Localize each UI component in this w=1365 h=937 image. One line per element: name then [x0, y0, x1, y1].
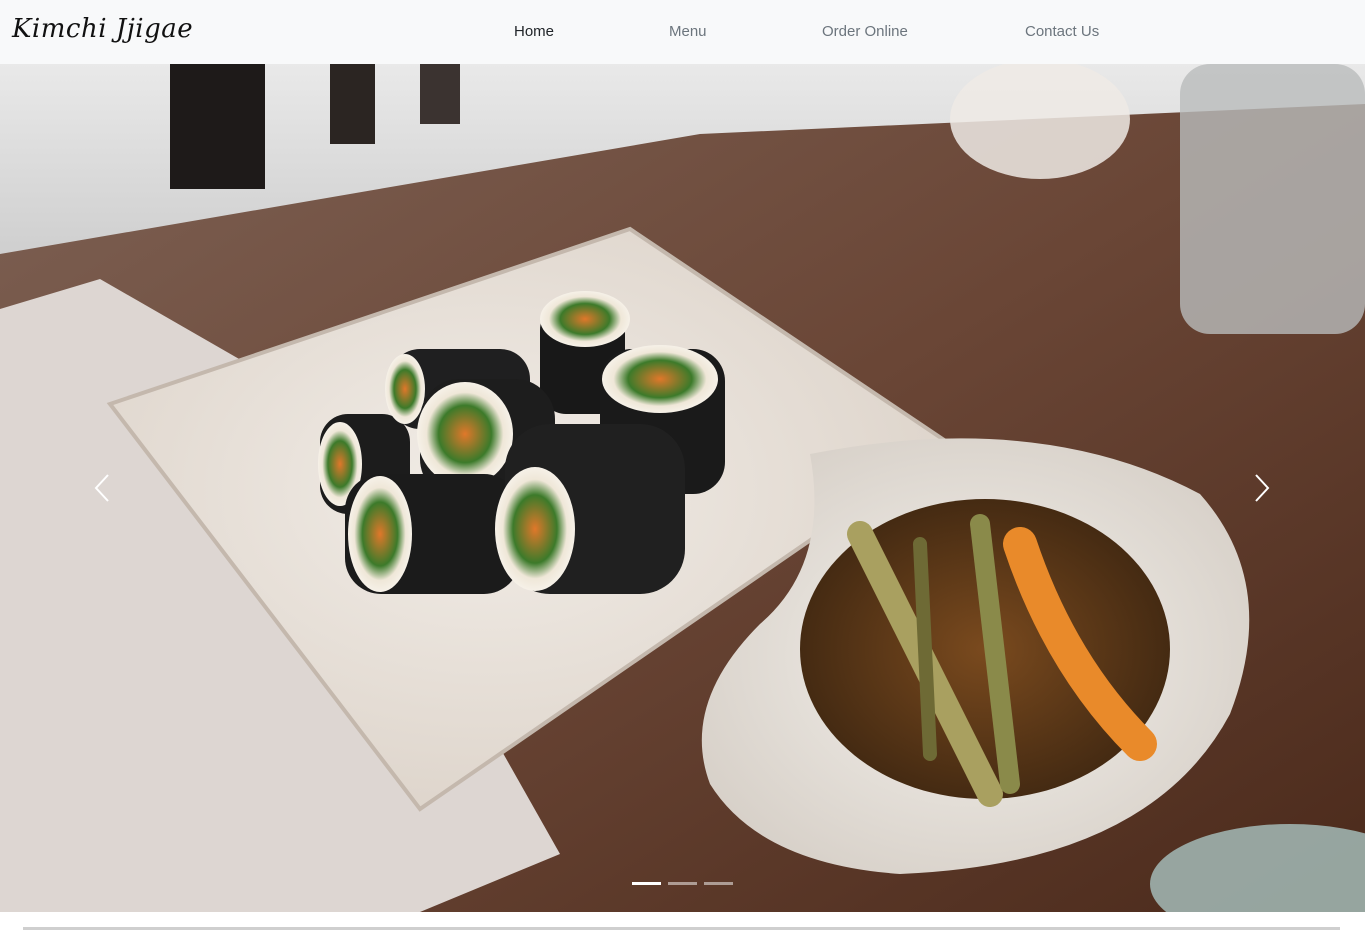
navbar: Kimchi Jjigae Home Menu Order Online Con…: [0, 0, 1365, 64]
carousel-slide-image: [0, 64, 1365, 912]
nav-link-order-online[interactable]: Order Online: [822, 23, 908, 40]
nav-link-menu[interactable]: Menu: [669, 23, 707, 40]
divider: [23, 927, 1340, 930]
carousel-indicator-2[interactable]: [668, 882, 697, 885]
brand-logo[interactable]: Kimchi Jjigae: [12, 14, 193, 44]
chevron-right-icon: [1255, 474, 1270, 502]
carousel-indicator-3[interactable]: [704, 882, 733, 885]
nav-link-home[interactable]: Home: [514, 23, 554, 40]
hero-carousel: [0, 64, 1365, 912]
carousel-next-button[interactable]: [1232, 448, 1292, 528]
carousel-prev-button[interactable]: [72, 448, 132, 528]
carousel-indicator-1[interactable]: [632, 882, 661, 885]
nav-link-contact-us[interactable]: Contact Us: [1025, 23, 1099, 40]
chevron-left-icon: [94, 474, 109, 502]
carousel-indicators: [0, 882, 1365, 885]
